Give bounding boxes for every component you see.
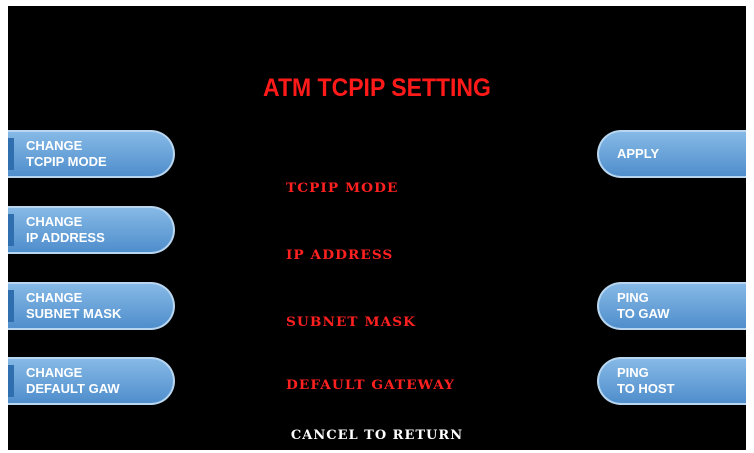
change-ip-address-button[interactable]: CHANGE IP ADDRESS — [8, 206, 175, 254]
button-label-line1: CHANGE — [26, 214, 83, 229]
button-label: PING TO HOST — [617, 365, 675, 397]
button-label-line2: IP ADDRESS — [26, 230, 105, 245]
default-gateway-label: DEFAULT GATEWAY — [286, 378, 455, 393]
change-tcpip-mode-button[interactable]: CHANGE TCPIP MODE — [8, 130, 175, 178]
button-label: CHANGE TCPIP MODE — [26, 138, 107, 170]
tcpip-mode-label: TCPIP MODE — [286, 181, 399, 196]
ping-to-host-button[interactable]: PING TO HOST — [597, 357, 746, 405]
change-default-gateway-button[interactable]: CHANGE DEFAULT GAW — [8, 357, 175, 405]
button-label-line1: CHANGE — [26, 290, 83, 305]
button-label-line1: CHANGE — [26, 138, 83, 153]
button-tab-marker — [8, 138, 14, 170]
button-label: CHANGE SUBNET MASK — [26, 290, 121, 322]
button-label-line2: TO HOST — [617, 381, 675, 396]
button-tab-marker — [8, 365, 14, 397]
button-label-line2: TCPIP MODE — [26, 154, 107, 169]
button-label: PING TO GAW — [617, 290, 669, 322]
cancel-to-return-prompt: CANCEL TO RETURN — [290, 428, 464, 443]
ip-address-label: IP ADDRESS — [286, 248, 394, 263]
button-label-line1: PING — [617, 365, 649, 380]
button-label-line1: APPLY — [617, 146, 660, 161]
atm-screen: ATM TCPIP SETTING CHANGE TCPIP MODE CHAN… — [8, 6, 746, 450]
button-label-line2: SUBNET MASK — [26, 306, 122, 321]
apply-button[interactable]: APPLY — [597, 130, 746, 178]
button-label: CHANGE DEFAULT GAW — [26, 365, 120, 397]
button-label-line2: DEFAULT GAW — [26, 381, 120, 396]
ping-to-gateway-button[interactable]: PING TO GAW — [597, 282, 746, 330]
button-label-line1: PING — [617, 290, 649, 305]
subnet-mask-label: SUBNET MASK — [286, 315, 417, 330]
button-label-line1: CHANGE — [26, 365, 83, 380]
button-tab-marker — [8, 290, 14, 322]
button-label: APPLY — [617, 146, 659, 162]
button-tab-marker — [8, 214, 14, 246]
button-label-line2: TO GAW — [617, 306, 670, 321]
change-subnet-mask-button[interactable]: CHANGE SUBNET MASK — [8, 282, 175, 330]
button-label: CHANGE IP ADDRESS — [26, 214, 105, 246]
page-title: ATM TCPIP SETTING — [263, 74, 491, 102]
